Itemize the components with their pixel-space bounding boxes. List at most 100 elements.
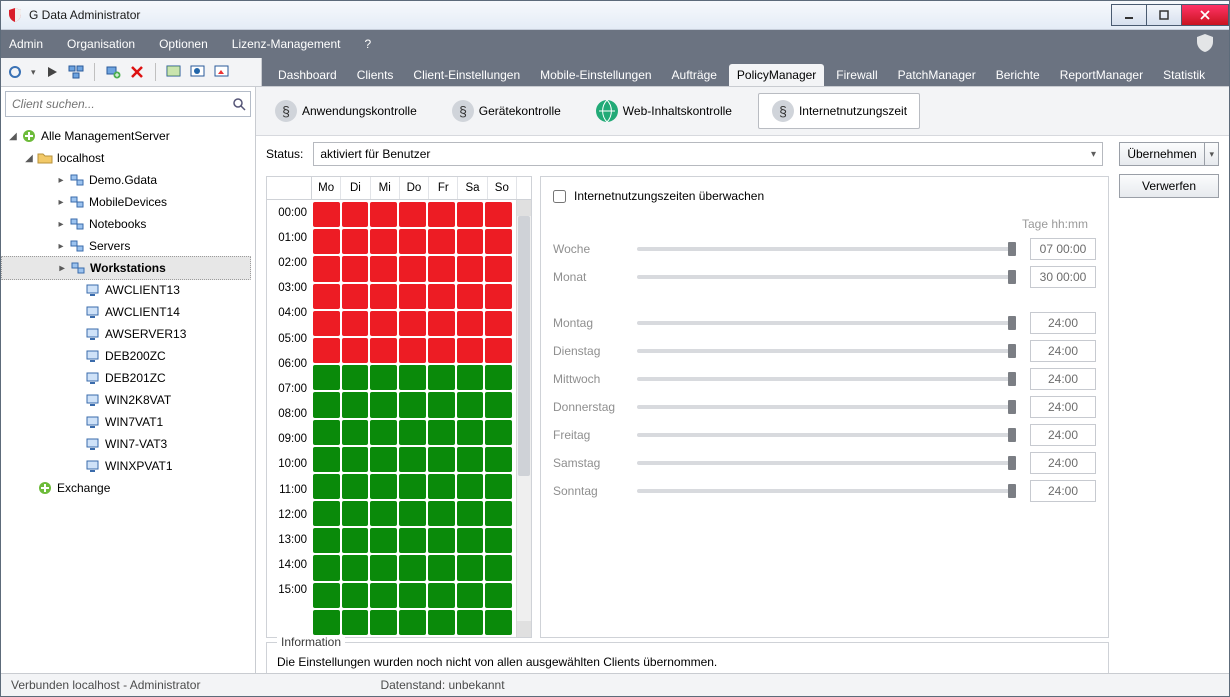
tree-client-winxpvat1[interactable]: WINXPVAT1 [1, 455, 255, 477]
tree-peer[interactable]: Exchange [1, 477, 255, 499]
time-cell[interactable] [457, 420, 484, 445]
tree-root[interactable]: ◢Alle ManagementServer [1, 125, 255, 147]
slider[interactable] [637, 247, 1012, 251]
tree-group-demo.gdata[interactable]: ▸Demo.Gdata [1, 169, 255, 191]
value-field[interactable]: 24:00 [1030, 312, 1096, 334]
subtab-internetnutzungszeit[interactable]: §Internetnutzungszeit [758, 93, 920, 129]
grid-scrollbar[interactable] [516, 200, 531, 637]
time-cell[interactable] [370, 311, 397, 336]
time-cell[interactable] [313, 420, 340, 445]
time-cell[interactable] [485, 229, 512, 254]
time-cell[interactable] [457, 229, 484, 254]
hosts-icon[interactable] [68, 64, 84, 80]
time-cell[interactable] [399, 555, 426, 580]
time-cell[interactable] [342, 420, 369, 445]
time-cell[interactable] [313, 284, 340, 309]
time-cell[interactable] [313, 256, 340, 281]
tab-statistik[interactable]: Statistik [1155, 64, 1213, 86]
time-cell[interactable] [485, 311, 512, 336]
time-cell[interactable] [428, 447, 455, 472]
slider[interactable] [637, 349, 1012, 353]
time-cell[interactable] [485, 501, 512, 526]
time-cell[interactable] [485, 447, 512, 472]
value-field[interactable]: 24:00 [1030, 452, 1096, 474]
time-cell[interactable] [428, 338, 455, 363]
value-field[interactable]: 24:00 [1030, 396, 1096, 418]
time-cell[interactable] [342, 311, 369, 336]
time-cell[interactable] [342, 610, 369, 635]
time-cell[interactable] [399, 420, 426, 445]
time-cell[interactable] [428, 610, 455, 635]
time-cell[interactable] [313, 555, 340, 580]
time-cell[interactable] [457, 501, 484, 526]
time-cell[interactable] [342, 229, 369, 254]
time-cell[interactable] [399, 528, 426, 553]
time-cell[interactable] [370, 256, 397, 281]
time-cell[interactable] [399, 256, 426, 281]
time-cell[interactable] [457, 528, 484, 553]
time-cell[interactable] [399, 474, 426, 499]
play-icon[interactable] [44, 64, 60, 80]
time-cell[interactable] [313, 311, 340, 336]
time-cell[interactable] [370, 610, 397, 635]
time-cell[interactable] [457, 256, 484, 281]
time-cell[interactable] [428, 229, 455, 254]
time-cell[interactable] [370, 447, 397, 472]
time-cell[interactable] [485, 284, 512, 309]
tab-dashboard[interactable]: Dashboard [270, 64, 345, 86]
slider[interactable] [637, 321, 1012, 325]
tree-client-win7vat1[interactable]: WIN7VAT1 [1, 411, 255, 433]
time-cell[interactable] [428, 256, 455, 281]
delete-icon[interactable] [129, 64, 145, 80]
tree-client-win7-vat3[interactable]: WIN7-VAT3 [1, 433, 255, 455]
time-cell[interactable] [399, 338, 426, 363]
slider[interactable] [637, 275, 1012, 279]
client-tree[interactable]: ◢Alle ManagementServer◢localhost▸Demo.Gd… [1, 121, 255, 673]
time-cell[interactable] [370, 474, 397, 499]
tab-aufträge[interactable]: Aufträge [664, 64, 725, 86]
time-cell[interactable] [313, 229, 340, 254]
time-cell[interactable] [428, 284, 455, 309]
value-field[interactable]: 30 00:00 [1030, 266, 1096, 288]
time-cell[interactable] [399, 311, 426, 336]
time-cell[interactable] [370, 284, 397, 309]
maximize-button[interactable] [1146, 4, 1182, 26]
time-cell[interactable] [428, 583, 455, 608]
time-cell[interactable] [342, 365, 369, 390]
time-cell[interactable] [342, 338, 369, 363]
minimize-button[interactable] [1111, 4, 1147, 26]
time-cell[interactable] [313, 338, 340, 363]
time-cell[interactable] [485, 202, 512, 227]
tree-client-deb200zc[interactable]: DEB200ZC [1, 345, 255, 367]
tab-mobile-einstellungen[interactable]: Mobile-Einstellungen [532, 64, 659, 86]
time-cell[interactable] [428, 202, 455, 227]
tree-group-mobiledevices[interactable]: ▸MobileDevices [1, 191, 255, 213]
value-field[interactable]: 24:00 [1030, 368, 1096, 390]
time-cell[interactable] [370, 202, 397, 227]
time-cell[interactable] [313, 501, 340, 526]
tree-group-workstations[interactable]: ▸Workstations [1, 256, 251, 280]
time-cell[interactable] [428, 501, 455, 526]
slider[interactable] [637, 405, 1012, 409]
tab-policymanager[interactable]: PolicyManager [729, 64, 824, 86]
add-host-icon[interactable] [105, 64, 121, 80]
time-cell[interactable] [313, 528, 340, 553]
tab-berichte[interactable]: Berichte [988, 64, 1048, 86]
menu-organisation[interactable]: Organisation [67, 37, 135, 51]
tree-client-awclient13[interactable]: AWCLIENT13 [1, 279, 255, 301]
time-cell[interactable] [457, 392, 484, 417]
subtab-anwendungskontrolle[interactable]: §Anwendungskontrolle [266, 95, 425, 127]
menu-help[interactable]: ? [365, 37, 372, 51]
monitor-a-icon[interactable] [166, 64, 182, 80]
time-cell[interactable] [370, 501, 397, 526]
time-cell[interactable] [313, 583, 340, 608]
tab-clients[interactable]: Clients [349, 64, 402, 86]
time-cell[interactable] [342, 555, 369, 580]
time-cell[interactable] [399, 229, 426, 254]
monitor-checkbox[interactable] [553, 190, 566, 203]
tab-client-einstellungen[interactable]: Client-Einstellungen [405, 64, 528, 86]
time-cell[interactable] [342, 392, 369, 417]
value-field[interactable]: 24:00 [1030, 424, 1096, 446]
time-cell[interactable] [485, 583, 512, 608]
slider[interactable] [637, 489, 1012, 493]
